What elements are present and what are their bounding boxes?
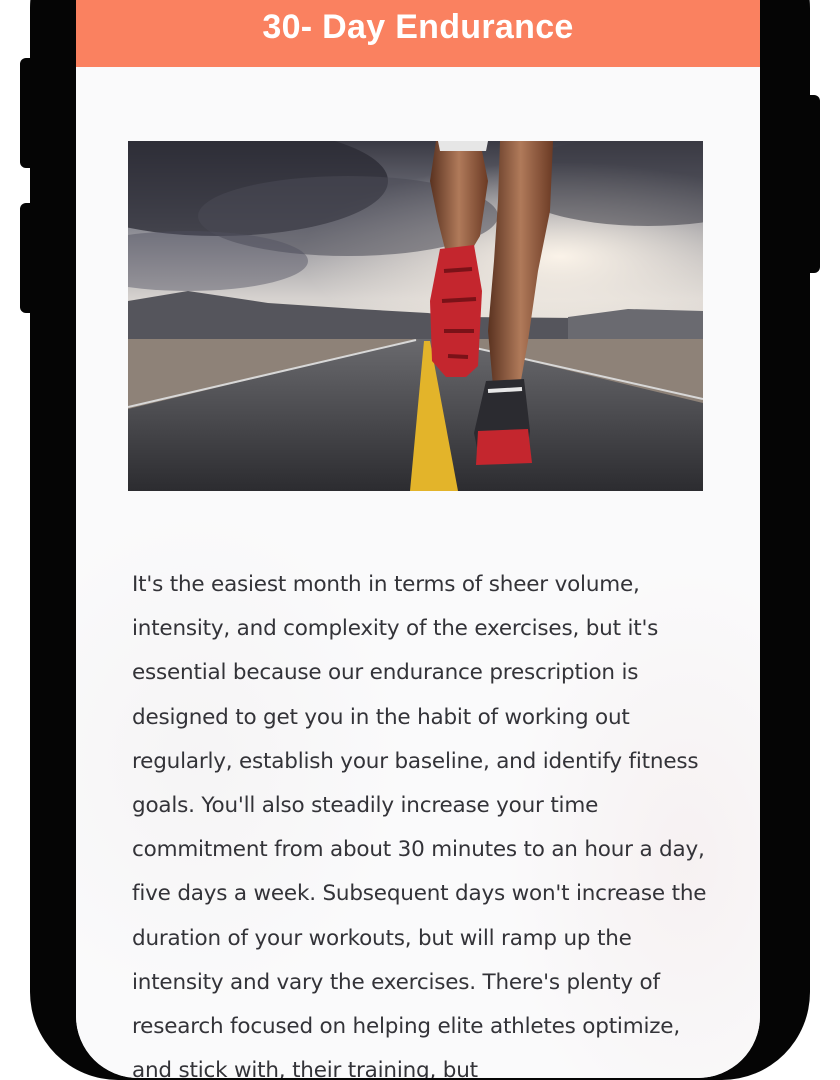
phone-screen[interactable]: 30- Day Endurance It's the easiest month… (76, 0, 760, 1078)
device-mockup: 30- Day Endurance It's the easiest month… (0, 0, 840, 1080)
page-header: 30- Day Endurance (76, 0, 760, 67)
page-title: 30- Day Endurance (262, 8, 574, 46)
article-body: It's the easiest month in terms of sheer… (132, 572, 707, 1078)
hero-image (128, 141, 703, 491)
